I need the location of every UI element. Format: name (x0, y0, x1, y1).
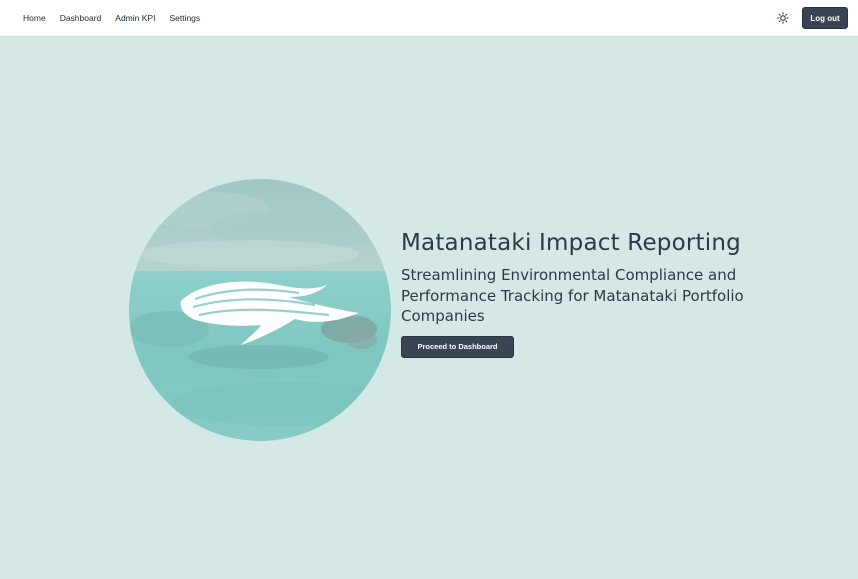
nav-link-dashboard[interactable]: Dashboard (60, 14, 102, 23)
proceed-to-dashboard-button[interactable]: Proceed to Dashboard (401, 335, 514, 358)
theme-toggle-button[interactable] (775, 10, 791, 26)
nav-link-home[interactable]: Home (23, 14, 46, 23)
nav-right: Log out (775, 7, 848, 29)
hero-text: Matanataki Impact Reporting Streamlining… (401, 229, 801, 358)
nav-link-settings[interactable]: Settings (169, 14, 200, 23)
sun-icon (777, 12, 789, 24)
logout-button[interactable]: Log out (802, 7, 848, 29)
nav-link-admin-kpi[interactable]: Admin KPI (115, 14, 155, 23)
nav-links: Home Dashboard Admin KPI Settings (23, 14, 214, 23)
hero-title: Matanataki Impact Reporting (401, 230, 741, 256)
top-navbar: Home Dashboard Admin KPI Settings Log ou… (0, 0, 858, 37)
hero-image (129, 179, 391, 441)
hero-subtitle: Streamlining Environmental Compliance an… (401, 266, 744, 325)
